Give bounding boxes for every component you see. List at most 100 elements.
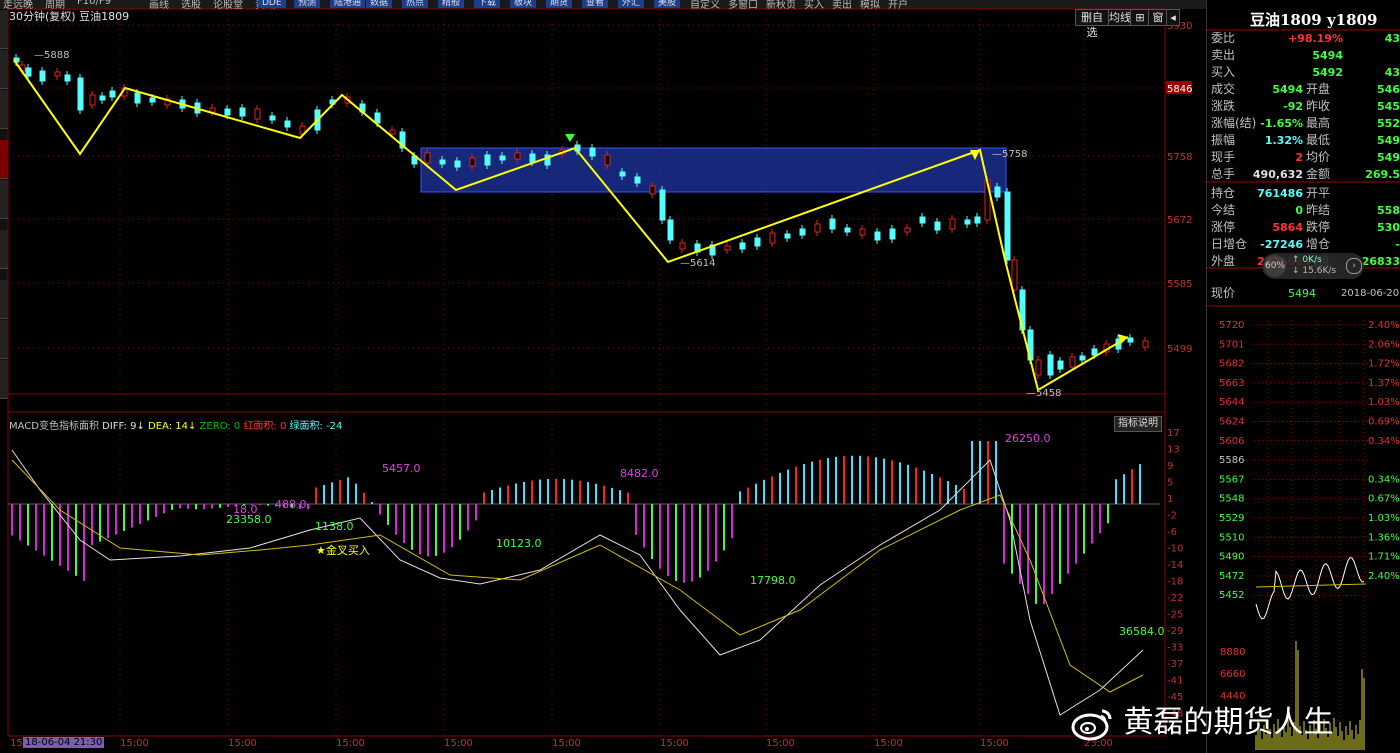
candle-body bbox=[1127, 337, 1134, 343]
indicator-help-button[interactable]: 指标说明 bbox=[1114, 416, 1162, 432]
chart-title: 30分钟(复权) 豆油1809 bbox=[9, 10, 130, 23]
candle-body bbox=[54, 71, 61, 77]
macd-axis-label: -2 bbox=[1167, 511, 1177, 522]
quote-label: 涨停 bbox=[1211, 220, 1236, 234]
candle-body bbox=[649, 185, 656, 195]
candle-body bbox=[844, 227, 851, 233]
quote-label: 涨跌 bbox=[1211, 99, 1236, 113]
candle-body bbox=[149, 97, 156, 103]
candle-body bbox=[859, 228, 866, 236]
mini-price-label: 5720 bbox=[1219, 320, 1244, 331]
quote-value-2: 545 bbox=[1377, 100, 1400, 113]
candle-body bbox=[224, 108, 231, 116]
quote-value: 2 bbox=[1295, 151, 1303, 164]
quote-label-2: 最高 bbox=[1306, 116, 1331, 130]
price-annotation: —5614 bbox=[680, 258, 715, 269]
quote-label: 持仓 bbox=[1211, 186, 1236, 200]
quote-label-2: 最低 bbox=[1306, 133, 1331, 147]
macd-axis-label: -22 bbox=[1167, 593, 1183, 604]
price-axis-label: 5846 bbox=[1167, 84, 1192, 95]
quote-value-2: 546 bbox=[1377, 83, 1400, 96]
macd-axis-label: -14 bbox=[1167, 560, 1183, 571]
price-annotation: —5888 bbox=[34, 50, 69, 61]
candle-body bbox=[904, 227, 911, 233]
quote-label-2: 昨结 bbox=[1306, 203, 1331, 217]
quote-label: 振幅 bbox=[1211, 133, 1236, 147]
chart-button-0[interactable]: 删自选 bbox=[1075, 9, 1109, 39]
indicator-param-4: 红面积: 0 bbox=[243, 421, 290, 432]
candle-body bbox=[484, 154, 491, 166]
candle-body bbox=[389, 129, 396, 135]
candle-body bbox=[25, 67, 32, 77]
current-price-label: 现价 bbox=[1211, 286, 1236, 300]
dea-line bbox=[11, 459, 1144, 693]
mini-price-label: 5606 bbox=[1219, 436, 1244, 447]
chart-button-2[interactable]: ⊞ bbox=[1130, 9, 1150, 26]
macd-area-label: 36584.0 bbox=[1119, 625, 1165, 638]
candle-body bbox=[1091, 348, 1098, 356]
candle-body bbox=[814, 223, 821, 233]
macd-axis-label: -25 bbox=[1167, 610, 1183, 621]
price-axis-label: 5758 bbox=[1167, 152, 1192, 163]
quote-label: 成交 bbox=[1211, 82, 1236, 96]
network-widget: 60% ↑ 0K/s ↓ 15.6K/s › bbox=[1262, 253, 1364, 279]
quote-row-10: 今结 0 昨结 558 bbox=[1208, 202, 1400, 219]
time-axis-prefix: 15 bbox=[10, 738, 23, 749]
candle-body bbox=[514, 152, 521, 160]
quote-label-2: 均价 bbox=[1306, 150, 1331, 164]
quote-row-8: 总手 490,632 金额 269.5 bbox=[1208, 166, 1400, 183]
macd-area-label: 18.0 bbox=[233, 503, 258, 516]
macd-axis-label: 17 bbox=[1167, 428, 1180, 439]
trend-line bbox=[13, 59, 1129, 392]
price-axis-label: 5585 bbox=[1167, 279, 1192, 290]
macd-area-label: 1138.0 bbox=[315, 520, 354, 533]
mini-volume-label: 8880 bbox=[1220, 647, 1245, 658]
candle-body bbox=[769, 232, 776, 244]
net-percent: 60% bbox=[1264, 255, 1286, 277]
candle-body bbox=[1069, 356, 1076, 368]
mini-price-label: 5529 bbox=[1219, 513, 1244, 524]
candle-body bbox=[964, 219, 971, 225]
quote-row-9: 持仓 761486 开平 bbox=[1208, 185, 1400, 202]
mini-price-label: 5548 bbox=[1219, 494, 1244, 505]
quote-label-2: 开平 bbox=[1306, 186, 1331, 200]
quote-value: 5494 bbox=[1312, 49, 1343, 62]
candle-body bbox=[469, 157, 476, 167]
price-annotation: —5758 bbox=[992, 149, 1027, 160]
mini-price-label: 5644 bbox=[1219, 397, 1244, 408]
chart-button-3[interactable]: 窗 bbox=[1148, 9, 1168, 26]
macd-axis-label: 9 bbox=[1167, 461, 1173, 472]
macd-axis-label: -41 bbox=[1167, 676, 1183, 687]
time-axis-label: 15:00 bbox=[980, 738, 1009, 749]
quote-value-2: 558 bbox=[1377, 204, 1400, 217]
time-axis-label: 15:00 bbox=[874, 738, 903, 749]
quote-label: 外盘 bbox=[1211, 254, 1236, 268]
macd-axis-label: 5 bbox=[1167, 478, 1173, 489]
indicator-param-1: DIFF: 9↓ bbox=[102, 421, 149, 432]
chart-button-4[interactable]: ◂ bbox=[1166, 9, 1180, 26]
indicator-title: MACD变色指标面积 DIFF: 9↓ DEA: 14↓ ZERO: 0 红面积… bbox=[9, 417, 342, 432]
candle-body bbox=[64, 74, 71, 82]
macd-axis-label: -29 bbox=[1167, 626, 1183, 637]
time-axis-label: 15:00 bbox=[552, 738, 581, 749]
mini-pct-label: 2.06% bbox=[1368, 339, 1400, 350]
indicator-param-3: ZERO: 0 bbox=[199, 421, 244, 432]
chart-button-1[interactable]: 均线 bbox=[1108, 9, 1132, 26]
candle-body bbox=[724, 245, 731, 251]
mini-pct-label: 1.36% bbox=[1368, 532, 1400, 543]
mini-price-label: 5663 bbox=[1219, 378, 1244, 389]
mini-pct-label: 0.34% bbox=[1368, 474, 1400, 485]
candle-body bbox=[1004, 191, 1011, 261]
time-axis-label: 15:00 bbox=[766, 738, 795, 749]
macd-axis-label: -33 bbox=[1167, 643, 1183, 654]
diff-line bbox=[11, 449, 1144, 716]
candle-body bbox=[679, 242, 686, 250]
candle-body bbox=[754, 237, 761, 247]
net-speed: ↓ 15.6K/s bbox=[1292, 266, 1337, 276]
quote-label-2: 开盘 bbox=[1306, 82, 1331, 96]
chevron-right-icon[interactable]: › bbox=[1346, 258, 1362, 274]
quote-value-2: 269.5 bbox=[1365, 168, 1400, 181]
candle-body bbox=[284, 120, 291, 128]
candle-body bbox=[77, 77, 84, 111]
candle-body bbox=[784, 233, 791, 239]
